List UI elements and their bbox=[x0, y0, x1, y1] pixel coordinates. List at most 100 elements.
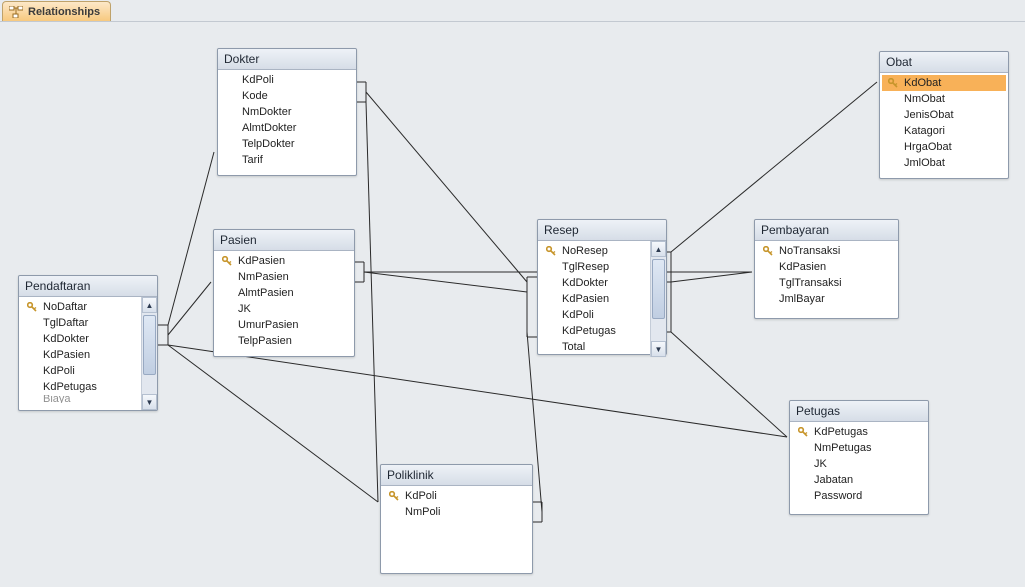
field-list: NoTransaksiKdPasien TglTransaksi JmlBayar bbox=[755, 241, 898, 318]
field-row[interactable]: KdPetugas bbox=[21, 379, 139, 395]
field-row[interactable]: TelpPasien bbox=[216, 333, 352, 349]
field-name: TelpPasien bbox=[238, 335, 292, 347]
field-row[interactable]: TglResep bbox=[540, 259, 648, 275]
primary-key-icon bbox=[796, 427, 810, 437]
field-row[interactable]: KdObat bbox=[882, 75, 1006, 91]
table-pasien[interactable]: Pasien KdPasien NmPasien AlmtPasien JK UmurP… bbox=[213, 229, 355, 357]
field-row[interactable]: Katagori bbox=[882, 123, 1006, 139]
scrollbar[interactable]: ▲ ▼ bbox=[141, 297, 157, 410]
table-title: Pembayaran bbox=[755, 220, 898, 241]
field-row[interactable]: KdPoli bbox=[220, 72, 354, 88]
field-name: NmPetugas bbox=[814, 442, 871, 454]
field-name: KdDokter bbox=[43, 333, 89, 345]
field-name: HrgaObat bbox=[904, 141, 952, 153]
field-name: TglTransaksi bbox=[779, 277, 842, 289]
scroll-thumb[interactable] bbox=[652, 259, 665, 319]
field-row[interactable]: HrgaObat bbox=[882, 139, 1006, 155]
field-name: KdPasien bbox=[43, 349, 90, 361]
field-list: NoResep TglResep KdDokter KdPasienKdPoli KdP… bbox=[538, 241, 650, 357]
field-name: TglResep bbox=[562, 261, 609, 273]
relationships-canvas[interactable]: Pendaftaran NoDaftarTglDaftarKdDokterKdP… bbox=[0, 22, 1025, 587]
field-name: NmPoli bbox=[405, 506, 440, 518]
tab-bar: Relationships bbox=[0, 0, 1025, 22]
field-row[interactable]: KdPetugas bbox=[540, 323, 648, 339]
field-name: KdPoli bbox=[242, 74, 274, 86]
field-row[interactable]: Kode bbox=[220, 88, 354, 104]
field-name: KdPasien bbox=[238, 255, 285, 267]
field-name: TglDaftar bbox=[43, 317, 88, 329]
field-name: TelpDokter bbox=[242, 138, 295, 150]
field-row[interactable]: JenisObat bbox=[882, 107, 1006, 123]
field-row[interactable]: NoDaftar bbox=[21, 299, 139, 315]
table-pembayaran[interactable]: Pembayaran NoTransaksiKdPasien TglTransak… bbox=[754, 219, 899, 319]
field-row[interactable]: JK bbox=[216, 301, 352, 317]
field-row[interactable]: KdPoli bbox=[383, 488, 530, 504]
field-row[interactable]: KdPasien bbox=[757, 259, 896, 275]
field-list: KdPoli KodeNmDokterAlmtDokter TelpDokter Ta… bbox=[218, 70, 356, 175]
scroll-down-icon[interactable]: ▼ bbox=[142, 394, 157, 410]
field-row-clipped: Biaya bbox=[21, 395, 139, 403]
scroll-track[interactable] bbox=[651, 257, 666, 341]
field-name: Password bbox=[814, 490, 862, 502]
field-row[interactable]: AlmtDokter bbox=[220, 120, 354, 136]
field-row[interactable]: KdPetugas bbox=[792, 424, 926, 440]
field-row[interactable]: JK bbox=[792, 456, 926, 472]
field-row[interactable]: KdPasien bbox=[216, 253, 352, 269]
table-pendaftaran[interactable]: Pendaftaran NoDaftarTglDaftarKdDokterKdP… bbox=[18, 275, 158, 411]
field-name: JK bbox=[238, 303, 251, 315]
field-row[interactable]: AlmtPasien bbox=[216, 285, 352, 301]
field-row[interactable]: KdPasien bbox=[21, 347, 139, 363]
field-row[interactable]: KdDokter bbox=[21, 331, 139, 347]
scroll-track[interactable] bbox=[142, 313, 157, 394]
field-row[interactable]: KdPoli bbox=[21, 363, 139, 379]
field-row[interactable]: NmPasien bbox=[216, 269, 352, 285]
field-row[interactable]: NmObat bbox=[882, 91, 1006, 107]
table-title: Petugas bbox=[790, 401, 928, 422]
field-name: KdPetugas bbox=[562, 325, 616, 337]
scroll-up-icon[interactable]: ▲ bbox=[142, 297, 157, 313]
primary-key-icon bbox=[544, 246, 558, 256]
table-petugas[interactable]: Petugas KdPetugas NmPetugas JK Jabatan Passw… bbox=[789, 400, 929, 515]
field-row[interactable]: NmDokter bbox=[220, 104, 354, 120]
field-row[interactable]: Total bbox=[540, 339, 648, 355]
table-title: Resep bbox=[538, 220, 666, 241]
primary-key-icon bbox=[25, 302, 39, 312]
table-title: Poliklinik bbox=[381, 465, 532, 486]
table-dokter[interactable]: Dokter KdPoliKodeNmDokterAlmtDokterTelpD… bbox=[217, 48, 357, 176]
table-title: Pasien bbox=[214, 230, 354, 251]
field-list: NoDaftar TglDaftar KdDokter KdPasien KdPoli K… bbox=[19, 297, 141, 410]
table-poliklinik[interactable]: Poliklinik KdPoli NmPoli bbox=[380, 464, 533, 574]
field-row[interactable]: Password bbox=[792, 488, 926, 504]
table-resep[interactable]: Resep NoResepTglResepKdDokterKdPasienKdP… bbox=[537, 219, 667, 355]
field-row[interactable]: UmurPasien bbox=[216, 317, 352, 333]
field-row[interactable]: Jabatan bbox=[792, 472, 926, 488]
scroll-down-icon[interactable]: ▼ bbox=[651, 341, 666, 357]
field-row[interactable]: TglDaftar bbox=[21, 315, 139, 331]
table-obat[interactable]: Obat KdObatNmObat JenisObat Katagori HrgaOb… bbox=[879, 51, 1009, 179]
field-name: JK bbox=[814, 458, 827, 470]
field-name: KdPetugas bbox=[814, 426, 868, 438]
field-row[interactable]: Tarif bbox=[220, 152, 354, 168]
field-row[interactable]: KdPoli bbox=[540, 307, 648, 323]
field-name: KdPetugas bbox=[43, 381, 97, 393]
scroll-up-icon[interactable]: ▲ bbox=[651, 241, 666, 257]
scrollbar[interactable]: ▲ ▼ bbox=[650, 241, 666, 357]
scroll-thumb[interactable] bbox=[143, 315, 156, 375]
field-row[interactable]: NmPoli bbox=[383, 504, 530, 520]
field-name: AlmtPasien bbox=[238, 287, 294, 299]
field-row[interactable]: NoTransaksi bbox=[757, 243, 896, 259]
field-row[interactable]: NmPetugas bbox=[792, 440, 926, 456]
field-row[interactable]: NoResep bbox=[540, 243, 648, 259]
tab-relationships[interactable]: Relationships bbox=[2, 1, 111, 21]
field-name: NoDaftar bbox=[43, 301, 87, 313]
field-row[interactable]: TglTransaksi bbox=[757, 275, 896, 291]
table-title: Obat bbox=[880, 52, 1008, 73]
field-row[interactable]: JmlBayar bbox=[757, 291, 896, 307]
field-row[interactable]: KdPasien bbox=[540, 291, 648, 307]
field-row[interactable]: TelpDokter bbox=[220, 136, 354, 152]
field-name: JenisObat bbox=[904, 109, 954, 121]
field-name: KdDokter bbox=[562, 277, 608, 289]
field-list: KdPasien NmPasien AlmtPasien JK UmurPasien Te… bbox=[214, 251, 354, 356]
field-row[interactable]: JmlObat bbox=[882, 155, 1006, 171]
field-row[interactable]: KdDokter bbox=[540, 275, 648, 291]
